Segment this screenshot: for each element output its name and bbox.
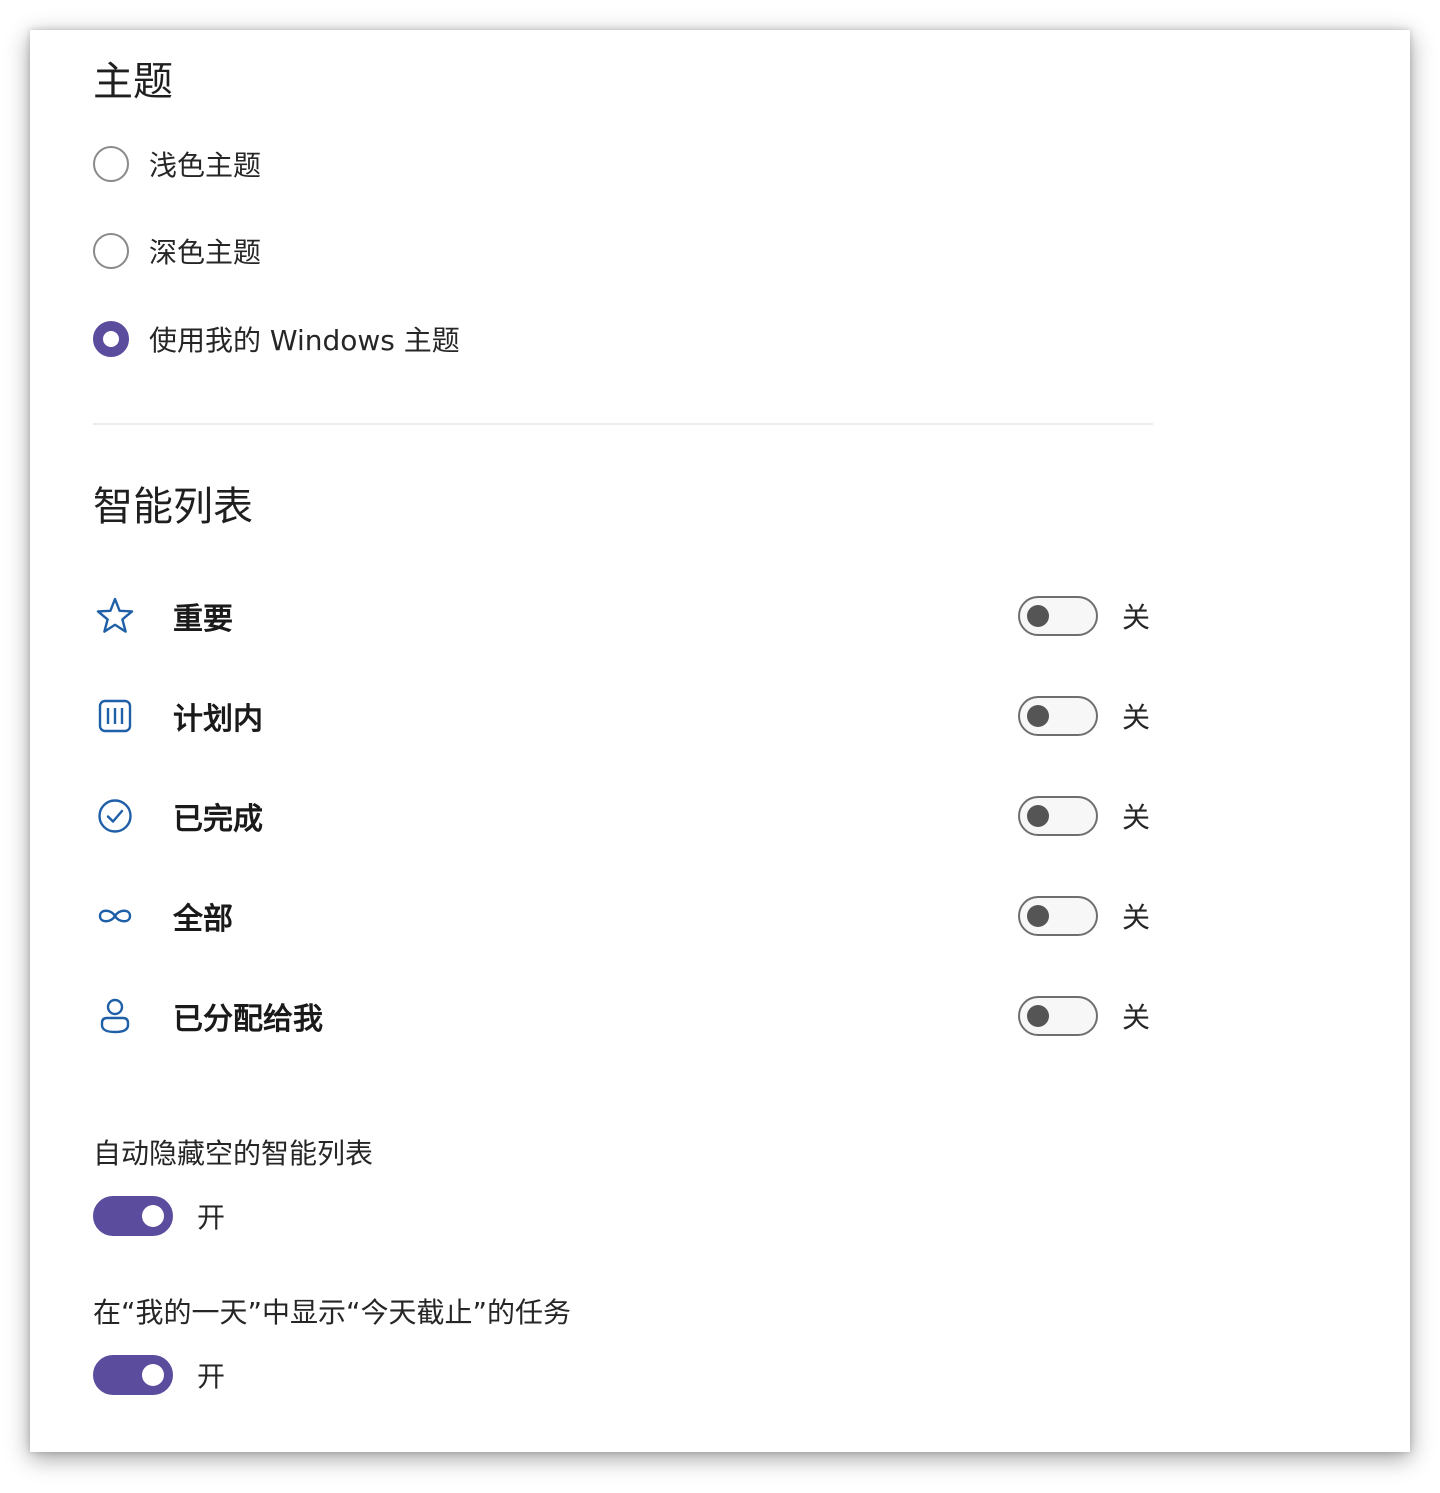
person-icon	[93, 994, 137, 1038]
theme-option-light[interactable]: 浅色主题	[93, 144, 261, 184]
settings-panel: 主题 浅色主题 深色主题 使用我的 Windows 主题 智能列表 重要 关 计…	[30, 30, 1410, 1452]
smart-list-all-state: 关	[1122, 901, 1151, 934]
smart-list-completed-label: 已完成	[173, 802, 263, 837]
radio-windows[interactable]	[93, 321, 129, 357]
smart-list-assigned-state: 关	[1122, 1001, 1151, 1034]
smart-list-completed-toggle[interactable]	[1018, 796, 1098, 836]
smart-list-important-toggle-wrap: 关	[1018, 594, 1150, 638]
toggle-knob	[1027, 1005, 1049, 1027]
radio-dark[interactable]	[93, 233, 129, 269]
toggle-knob	[142, 1364, 164, 1386]
theme-option-windows-label: 使用我的 Windows 主题	[149, 324, 460, 357]
smart-list-completed: 已完成 关	[93, 794, 1153, 838]
smart-list-planned-label: 计划内	[173, 702, 263, 737]
smart-list-assigned-toggle[interactable]	[1018, 996, 1098, 1036]
smart-list-important-state: 关	[1122, 601, 1151, 634]
smart-list-important: 重要 关	[93, 594, 1153, 638]
smart-list-completed-toggle-wrap: 关	[1018, 794, 1150, 838]
toggle-knob	[1027, 605, 1049, 627]
smart-list-planned-state: 关	[1122, 701, 1151, 734]
smart-list-important-toggle[interactable]	[1018, 596, 1098, 636]
radio-light[interactable]	[93, 146, 129, 182]
smart-list-planned: 计划内 关	[93, 694, 1153, 738]
toggle-knob	[1027, 705, 1049, 727]
smart-list-assigned-toggle-wrap: 关	[1018, 994, 1150, 1038]
toggle-knob	[1027, 905, 1049, 927]
section-divider	[93, 423, 1153, 425]
smart-list-all-toggle[interactable]	[1018, 896, 1098, 936]
due-today-state: 开	[197, 1360, 226, 1393]
smart-list-all-label: 全部	[173, 902, 233, 937]
theme-option-windows[interactable]: 使用我的 Windows 主题	[93, 319, 460, 359]
auto-hide-toggle[interactable]	[93, 1196, 173, 1236]
check-circle-icon	[93, 794, 137, 838]
smart-list-planned-toggle[interactable]	[1018, 696, 1098, 736]
auto-hide-toggle-wrap: 开	[93, 1194, 225, 1238]
smart-list-all: 全部 关	[93, 894, 1153, 938]
due-today-toggle[interactable]	[93, 1355, 173, 1395]
due-today-toggle-wrap: 开	[93, 1353, 225, 1397]
smart-list-all-toggle-wrap: 关	[1018, 894, 1150, 938]
toggle-knob	[1027, 805, 1049, 827]
smart-list-assigned: 已分配给我 关	[93, 994, 1153, 1038]
smart-lists-section-title: 智能列表	[93, 484, 253, 530]
theme-section-title: 主题	[93, 59, 173, 105]
due-today-label: 在“我的一天”中显示“今天截止”的任务	[93, 1296, 572, 1329]
smart-list-planned-toggle-wrap: 关	[1018, 694, 1150, 738]
theme-option-dark-label: 深色主题	[149, 236, 262, 269]
smart-list-assigned-label: 已分配给我	[173, 1002, 323, 1037]
smart-list-completed-state: 关	[1122, 801, 1151, 834]
auto-hide-state: 开	[197, 1201, 226, 1234]
calendar-icon	[93, 694, 137, 738]
star-icon	[93, 594, 137, 638]
theme-option-dark[interactable]: 深色主题	[93, 231, 261, 271]
theme-option-light-label: 浅色主题	[149, 149, 262, 182]
infinity-icon	[93, 894, 137, 938]
auto-hide-label: 自动隐藏空的智能列表	[93, 1137, 374, 1170]
smart-list-important-label: 重要	[173, 602, 233, 637]
toggle-knob	[142, 1205, 164, 1227]
